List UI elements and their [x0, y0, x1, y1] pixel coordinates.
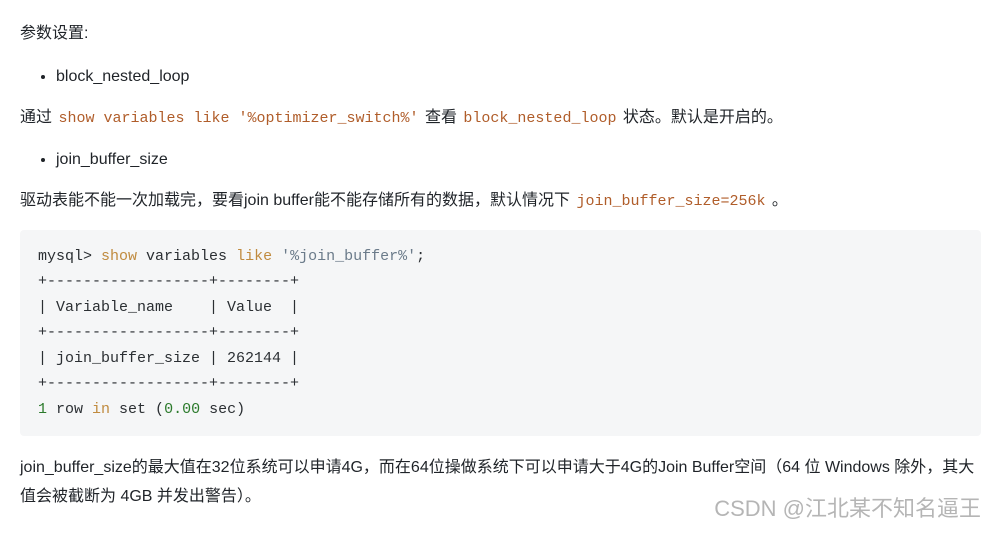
code-keyword: in [92, 401, 110, 418]
code-number: 1 [38, 401, 47, 418]
code-keyword: like [236, 248, 272, 265]
bullet-list-1: block_nested_loop [56, 63, 981, 92]
code-text: variables [137, 248, 236, 265]
code-prompt: mysql> [38, 248, 101, 265]
text: 状态。默认是开启的。 [618, 109, 782, 126]
text: 驱动表能不能一次加载完，要看join buffer能不能存储所有的数据，默认情况… [20, 192, 574, 209]
code-line: +------------------+--------+ [38, 324, 299, 341]
code-line: | join_buffer_size | 262144 | [38, 350, 299, 367]
code-number: 0.00 [164, 401, 200, 418]
code-text [272, 248, 281, 265]
text: 。 [767, 192, 787, 209]
list-item: join_buffer_size [56, 146, 981, 175]
paragraph-2: 驱动表能不能一次加载完，要看join buffer能不能存储所有的数据，默认情况… [20, 187, 981, 216]
text: 通过 [20, 109, 56, 126]
code-text: set ( [110, 401, 164, 418]
code-text: sec) [200, 401, 245, 418]
code-line: +------------------+--------+ [38, 375, 299, 392]
inline-code: join_buffer_size=256k [574, 192, 767, 211]
inline-code: block_nested_loop [461, 109, 618, 128]
code-block: mysql> show variables like '%join_buffer… [20, 230, 981, 437]
bullet-list-2: join_buffer_size [56, 146, 981, 175]
code-line: | Variable_name | Value | [38, 299, 299, 316]
code-string: '%join_buffer%' [281, 248, 416, 265]
code-text: ; [416, 248, 425, 265]
paragraph-3: join_buffer_size的最大值在32位系统可以申请4G，而在64位操做… [20, 454, 981, 512]
code-line: +------------------+--------+ [38, 273, 299, 290]
text: 查看 [421, 109, 462, 126]
list-item: block_nested_loop [56, 63, 981, 92]
inline-code: show variables like '%optimizer_switch%' [56, 109, 420, 128]
code-keyword: show [101, 248, 137, 265]
paragraph-1: 通过 show variables like '%optimizer_switc… [20, 104, 981, 133]
code-text: row [47, 401, 92, 418]
section-heading: 参数设置: [20, 20, 981, 49]
